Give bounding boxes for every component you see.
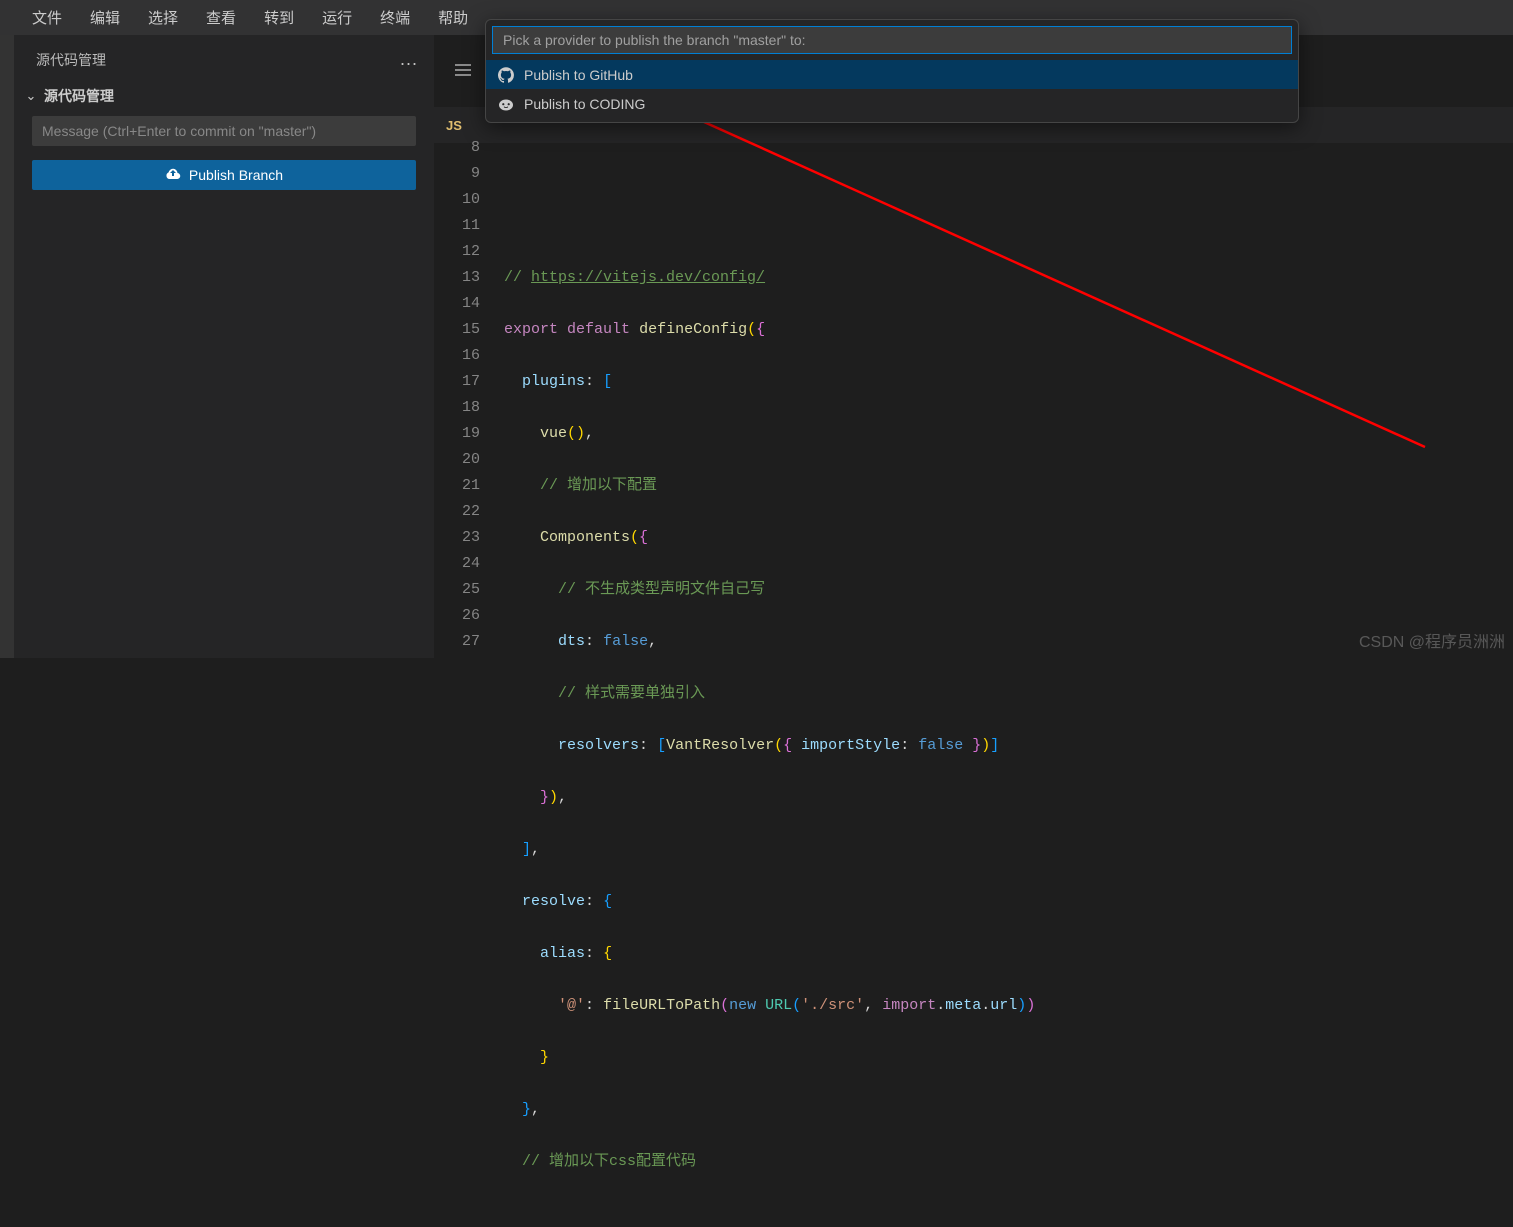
editor-area: JS 8910111213141516171819202122232425262…	[434, 35, 1513, 658]
sidebar-title: 源代码管理	[36, 50, 106, 70]
menu-file[interactable]: 文件	[18, 0, 76, 35]
publish-branch-label: Publish Branch	[189, 167, 283, 183]
menu-view[interactable]: 查看	[192, 0, 250, 35]
activity-bar	[0, 35, 14, 658]
quick-pick-item-coding[interactable]: Publish to CODING	[486, 89, 1298, 118]
commit-message-input[interactable]	[32, 116, 416, 146]
scm-section-header[interactable]: ⌄ 源代码管理	[14, 82, 434, 116]
watermark: CSDN @程序员洲洲	[1359, 628, 1505, 652]
more-actions-icon[interactable]: ...	[400, 49, 418, 70]
quick-pick-item-label: Publish to GitHub	[524, 67, 633, 83]
coding-icon	[498, 96, 514, 112]
tab-file-label[interactable]: JS	[446, 118, 462, 133]
code-content[interactable]: // https://vitejs.dev/config/ export def…	[504, 135, 1513, 658]
sidebar-actions: ...	[400, 49, 418, 70]
menu-help[interactable]: 帮助	[424, 0, 482, 35]
sidebar-header: 源代码管理 ...	[14, 39, 434, 82]
menu-terminal[interactable]: 终端	[366, 0, 424, 35]
cloud-upload-icon	[165, 166, 181, 185]
content-area: 源代码管理 ... ⌄ 源代码管理 Publish Branch JS 8910…	[0, 35, 1513, 658]
scm-section-label: 源代码管理	[44, 86, 114, 106]
menu-edit[interactable]: 编辑	[76, 0, 134, 35]
quick-pick-input[interactable]	[492, 26, 1292, 54]
github-icon	[498, 67, 514, 83]
menu-run[interactable]: 运行	[308, 0, 366, 35]
source-control-sidebar: 源代码管理 ... ⌄ 源代码管理 Publish Branch	[14, 35, 434, 658]
quick-pick-panel: Publish to GitHub Publish to CODING	[485, 19, 1299, 123]
quick-pick-item-github[interactable]: Publish to GitHub	[486, 60, 1298, 89]
menu-selection[interactable]: 选择	[134, 0, 192, 35]
quick-pick-item-label: Publish to CODING	[524, 96, 645, 112]
menu-go[interactable]: 转到	[250, 0, 308, 35]
editor-body[interactable]: 89101112131415161718192021222324252627 /…	[434, 135, 1513, 658]
split-editor-icon[interactable]	[454, 63, 472, 82]
publish-branch-button[interactable]: Publish Branch	[32, 160, 416, 190]
line-number-gutter: 89101112131415161718192021222324252627	[434, 135, 504, 658]
chevron-down-icon: ⌄	[22, 88, 40, 104]
